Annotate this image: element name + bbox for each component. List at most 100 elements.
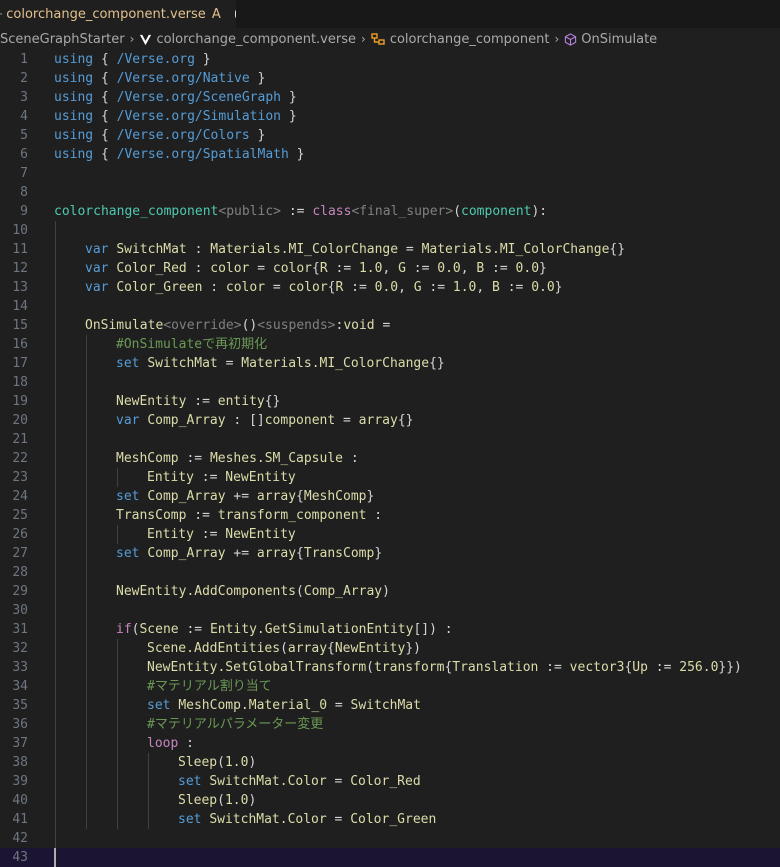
code-line[interactable]: 2 using { /Verse.org/Native }	[0, 69, 780, 88]
code-editor[interactable]: 1 using { /Verse.org } 2 using { /Verse.org…	[0, 50, 780, 867]
indent-guide	[55, 354, 56, 373]
indent-guide	[86, 544, 87, 563]
code-line[interactable]: 26 Entity := NewEntity	[0, 525, 780, 544]
code-line[interactable]: 27 set Comp_Array += array{TransComp}	[0, 544, 780, 563]
code-line[interactable]: 1 using { /Verse.org }	[0, 50, 780, 69]
code-line[interactable]: 31 if(Scene := Entity.GetSimulationEntity…	[0, 620, 780, 639]
line-number: 43	[12, 850, 28, 865]
code-line[interactable]: 21	[0, 430, 780, 449]
code-text: set SwitchMat.Color = Color_Green	[178, 810, 436, 829]
code-token: var	[85, 242, 109, 257]
code-token: using	[54, 71, 94, 86]
code-token: :=	[327, 261, 359, 276]
code-line[interactable]: 13 var Color_Green : color = color{R := 0…	[0, 278, 780, 297]
code-line[interactable]: 16 #OnSimulateで再初期化	[0, 335, 780, 354]
code-line[interactable]: 19 NewEntity := entity{}	[0, 392, 780, 411]
code-line[interactable]: 5 using { /Verse.org/Colors }	[0, 126, 780, 145]
indent-guide	[55, 430, 56, 449]
code-token: Translation	[452, 660, 539, 675]
code-token: (	[217, 793, 225, 808]
code-text: var Comp_Array : []component = array{}	[116, 411, 413, 430]
code-line[interactable]: 22 MeshComp := Meshes.SM_Capsule :	[0, 449, 780, 468]
code-line[interactable]: 38 Sleep(1.0)	[0, 753, 780, 772]
line-number: 29	[12, 584, 28, 599]
code-line[interactable]: 23 Entity := NewEntity	[0, 468, 780, 487]
code-line[interactable]: 29 NewEntity.AddComponents(Comp_Array)	[0, 582, 780, 601]
class-symbol-icon	[371, 32, 385, 45]
code-token: set	[178, 812, 202, 827]
code-line[interactable]: 3 using { /Verse.org/SceneGraph }	[0, 88, 780, 107]
indent-guide	[55, 411, 56, 430]
code-line[interactable]: 10	[0, 221, 780, 240]
code-line[interactable]: 7	[0, 164, 780, 183]
code-line[interactable]: 6 using { /Verse.org/SpatialMath }	[0, 145, 780, 164]
code-token: :	[343, 451, 359, 466]
code-line[interactable]: 36 #マテリアルパラメーター変更	[0, 715, 780, 734]
indent-guide	[117, 525, 118, 544]
code-token: }})	[718, 660, 742, 675]
line-number: 15	[12, 318, 28, 333]
code-line[interactable]: 30	[0, 601, 780, 620]
code-line[interactable]: 37 loop :	[0, 734, 780, 753]
code-token: G	[413, 280, 422, 295]
breadcrumb-folder[interactable]: SceneGraphStarter	[0, 32, 125, 47]
code-text: set SwitchMat.Color = Color_Red	[178, 772, 421, 791]
indent-guide	[86, 753, 87, 772]
code-token: Comp_Array	[303, 584, 383, 599]
code-line[interactable]: 17 set SwitchMat = Materials.MI_ColorChan…	[0, 354, 780, 373]
code-line[interactable]: 9 colorchange_component<public> := class<…	[0, 202, 780, 221]
code-line[interactable]: 42	[0, 829, 780, 848]
code-text: var Color_Red : color = color{R := 1.0, …	[85, 259, 547, 278]
indent-guide	[55, 297, 56, 316]
code-text: colorchange_component<public> := class<f…	[54, 202, 547, 221]
indent-guide	[117, 753, 118, 772]
code-line[interactable]: 11 var SwitchMat : Materials.MI_ColorChan…	[0, 240, 780, 259]
indent-guide	[86, 430, 87, 449]
code-token: using	[54, 52, 94, 67]
breadcrumb-file[interactable]: colorchange_component.verse	[156, 32, 356, 47]
code-line[interactable]: 35 set MeshComp.Material_0 = SwitchMat	[0, 696, 780, 715]
code-line[interactable]: 20 var Comp_Array : []component = array{}	[0, 411, 780, 430]
line-number: 16	[12, 337, 28, 352]
indent-guide	[86, 658, 87, 677]
code-token: NewEntity	[225, 470, 296, 485]
unsaved-dot-icon[interactable]	[234, 10, 236, 18]
editor-tab[interactable]: colorchange_component.verse A	[0, 0, 236, 28]
indent-guide	[86, 582, 87, 601]
line-number: 34	[12, 679, 28, 694]
code-line[interactable]: 43	[0, 848, 780, 867]
line-number: 1	[20, 52, 28, 67]
code-line[interactable]: 39 set SwitchMat.Color = Color_Red	[0, 772, 780, 791]
code-text: set Comp_Array += array{TransComp}	[116, 544, 382, 563]
code-token: NewEntity	[334, 641, 406, 656]
code-line[interactable]: 33 NewEntity.SetGlobalTransform(transform…	[0, 658, 780, 677]
code-token: 0.0	[374, 280, 399, 295]
code-line[interactable]: 4 using { /Verse.org/Simulation }	[0, 107, 780, 126]
indent-guide	[55, 658, 56, 677]
line-number: 38	[12, 755, 28, 770]
code-line[interactable]: 28	[0, 563, 780, 582]
code-line[interactable]: 24 set Comp_Array += array{MeshComp}	[0, 487, 780, 506]
code-token: color	[272, 261, 313, 276]
code-text: Entity := NewEntity	[147, 468, 296, 487]
code-token: []) :	[413, 622, 453, 637]
line-number: 27	[12, 546, 28, 561]
code-line[interactable]: 41 set SwitchMat.Color = Color_Green	[0, 810, 780, 829]
code-line[interactable]: 15 OnSimulate<override>()<suspends>:void …	[0, 316, 780, 335]
code-line[interactable]: 34 #マテリアル割り当て	[0, 677, 780, 696]
code-line[interactable]: 32 Scene.AddEntities(array{NewEntity})	[0, 639, 780, 658]
indent-guide	[86, 715, 87, 734]
code-line[interactable]: 8	[0, 183, 780, 202]
code-token: +=	[225, 546, 257, 561]
code-line[interactable]: 12 var Color_Red : color = color{R := 1.0…	[0, 259, 780, 278]
code-line[interactable]: 25 TransComp := transform_component :	[0, 506, 780, 525]
code-line[interactable]: 18	[0, 373, 780, 392]
code-token: :=	[193, 470, 226, 485]
code-token: =	[398, 242, 422, 257]
breadcrumb-class[interactable]: colorchange_component	[390, 32, 550, 47]
code-line[interactable]: 40 Sleep(1.0)	[0, 791, 780, 810]
code-line[interactable]: 14	[0, 297, 780, 316]
breadcrumb-method[interactable]: OnSimulate	[581, 32, 657, 47]
chevron-right-icon: ›	[361, 32, 366, 46]
indent-guide	[86, 411, 87, 430]
